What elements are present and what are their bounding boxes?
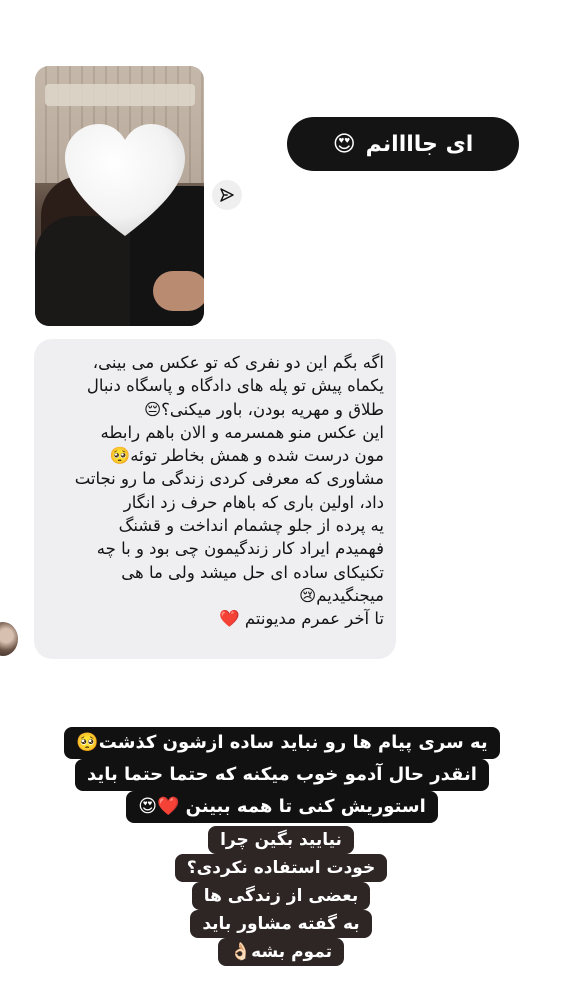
story-caption-top: یه سری پیام ها رو نباید ساده ازشون کذشت🥺… [56, 727, 508, 823]
share-button[interactable] [212, 180, 242, 210]
caption-top-line: انقدر حال آدمو خوب میکنه که حتما حتما با… [75, 759, 489, 791]
message-text: اگه بگم این دو نفری که تو عکس می بینی، ی… [74, 353, 384, 629]
caption-top-line: استوریش کنی تا همه ببینن ❤️😍 [126, 791, 438, 823]
paper-plane-icon [220, 188, 234, 202]
caption-bottom-line: به گفته مشاور باید [190, 910, 372, 938]
photo-ceiling-light [45, 84, 195, 106]
heart-eyes-emoji-icon: 😍 [332, 131, 356, 157]
message-bubble: اگه بگم این دو نفری که تو عکس می بینی، ی… [34, 339, 396, 659]
shared-photo[interactable] [35, 66, 204, 326]
story-reply-pill: ای جاااانم 😍 [287, 117, 519, 171]
caption-top-line: یه سری پیام ها رو نباید ساده ازشون کذشت🥺 [64, 727, 500, 759]
photo-arm [153, 271, 204, 311]
reply-pill-text: ای جاااانم [365, 131, 474, 157]
white-heart-sticker-icon [65, 124, 185, 236]
caption-bottom-line: بعضی از زندگی ها [191, 882, 371, 910]
caption-bottom-line: تموم بشه👌🏻 [218, 938, 344, 966]
caption-bottom-line: نیایید بگین چرا [208, 826, 354, 854]
caption-bottom-line: خودت استفاده نکردی؟ [174, 854, 388, 882]
story-caption-bottom: نیایید بگین چرا خودت استفاده نکردی؟ بعضی… [162, 826, 400, 966]
avatar[interactable] [0, 622, 18, 656]
